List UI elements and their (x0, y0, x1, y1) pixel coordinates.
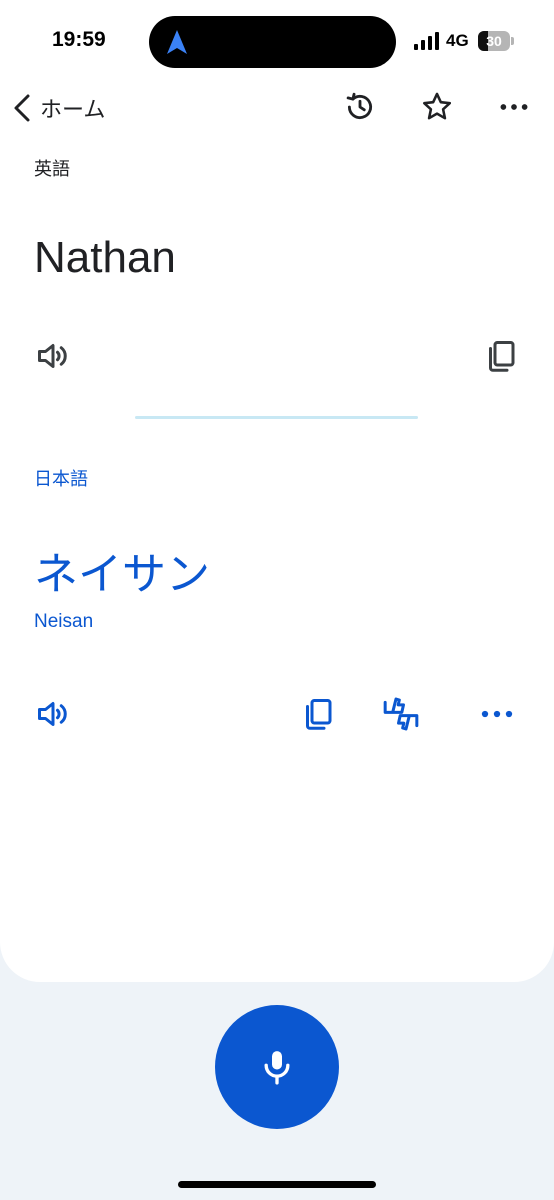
back-button[interactable]: ホーム (10, 88, 105, 128)
cellular-signal-icon (414, 32, 439, 50)
battery-icon: 30 (478, 31, 510, 51)
thumbs-feedback-icon (383, 697, 419, 731)
more-horizontal-icon (500, 104, 528, 110)
battery-percent: 30 (486, 33, 502, 49)
dynamic-island (149, 16, 396, 68)
target-language-label[interactable]: 日本語 (34, 465, 88, 491)
speaker-icon (38, 702, 67, 726)
source-copy-button[interactable] (481, 336, 521, 376)
status-time: 19:59 (52, 28, 106, 51)
favorite-button[interactable] (417, 87, 457, 127)
target-more-button[interactable] (477, 694, 517, 734)
more-horizontal-icon (481, 710, 513, 718)
star-icon (422, 92, 452, 120)
network-type: 4G (446, 31, 469, 50)
navigation-arrow-icon (167, 30, 187, 54)
romanization-text: Neisan (34, 611, 94, 632)
history-button[interactable] (340, 87, 380, 127)
back-label: ホーム (40, 98, 106, 123)
copy-icon (306, 699, 332, 730)
microphone-button[interactable] (215, 1005, 339, 1129)
section-divider (135, 416, 418, 419)
back-chevron-icon (14, 94, 30, 122)
battery-tip (511, 37, 514, 45)
home-indicator[interactable] (178, 1181, 376, 1188)
target-listen-button[interactable] (33, 694, 73, 734)
copy-icon (489, 341, 515, 372)
feedback-button[interactable] (381, 694, 421, 734)
source-language-label[interactable]: 英語 (34, 155, 70, 181)
more-options-button[interactable] (494, 87, 534, 127)
speaker-icon (38, 344, 67, 368)
source-text[interactable]: Nathan (34, 233, 176, 283)
microphone-icon (264, 1051, 290, 1085)
history-icon (346, 92, 373, 119)
translation-card (0, 0, 554, 982)
translated-text: ネイサン (34, 549, 210, 600)
target-copy-button[interactable] (298, 694, 338, 734)
source-listen-button[interactable] (33, 336, 73, 376)
